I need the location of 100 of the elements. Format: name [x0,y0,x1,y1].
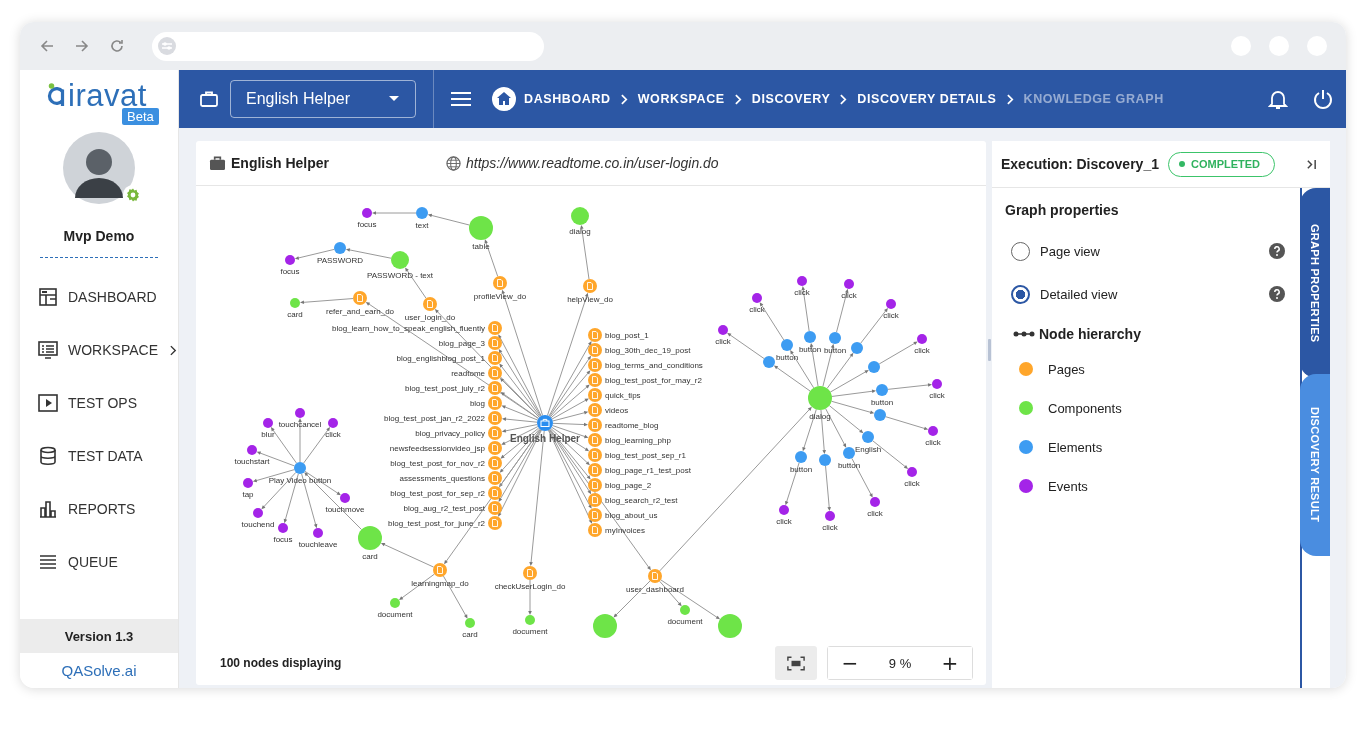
node-label: Play Video button [268,475,332,485]
node-label: click [914,345,930,355]
node-label: blog_page_r1_test_post [605,466,691,475]
node-label: click [794,287,810,297]
zoom-level: 9 % [887,655,913,671]
node-label: blog_search_r2_test [605,496,678,505]
execution-title: Execution: Discovery_1 [1001,156,1159,172]
beta-badge: Beta [122,108,159,125]
node-label: button [798,344,822,354]
node-label: focus [357,219,377,229]
node-label: focus [280,266,300,276]
side-tab[interactable]: GRAPH PROPERTIES [1300,188,1330,378]
node-label: click [929,390,945,400]
user-name: Mvp Demo [63,228,135,244]
breadcrumb-link[interactable]: DISCOVERY [751,92,831,106]
node-label: blog_test_post_jan_r2_2022 [384,414,485,423]
legend-title: Node hierarchy [1039,326,1141,342]
node-label: blur [261,429,275,439]
node-label: blog_englishblog_post_1 [396,354,485,363]
menu-item[interactable]: TEST OPS [20,390,178,416]
node-label: dialog [809,411,831,421]
node-label: PASSWORD [316,255,364,265]
node-label: touchmove [325,504,365,514]
node-label: button [823,345,847,355]
node-label: tap [242,489,254,499]
node-label: blog [469,399,485,408]
breadcrumb-link[interactable]: DASHBOARD [524,92,611,106]
legend-label: Pages [1048,361,1085,377]
node-label: touchleave [298,539,338,549]
node-label: card [362,551,378,561]
node-label: document [512,626,548,636]
node-label: click [822,522,838,532]
menu-item[interactable]: REPORTS [20,496,178,522]
node-label: quick_tips [605,391,641,400]
node-label: document [377,609,413,619]
node-label: blog_test_post_for_nov_r2 [390,459,485,468]
breadcrumb-link[interactable]: DISCOVERY DETAILS [857,92,997,106]
node-label: profileView_do [473,291,527,301]
legend-label: Components [1048,400,1122,416]
node-label: touchstart [234,456,270,466]
node-label: click [904,478,920,488]
node-label: click [776,516,792,526]
menu-item[interactable]: DASHBOARD [20,284,178,310]
node-label: blog_learn_how_to_speak_english_fluently [332,324,485,333]
node-label: button [837,460,861,470]
project-dropdown[interactable]: English Helper [230,80,416,118]
node-label: helpView_do [567,294,613,304]
node-label: blog_page_3 [438,339,485,348]
node-label: blog_post_1 [605,331,649,340]
node-count: 100 nodes displaying [220,656,342,670]
node-label: card [462,629,478,639]
node-label: blog_terms_and_conditions [605,361,703,370]
node-label: click [883,310,899,320]
page-url: https://www.readtome.co.in/user-login.do [466,155,719,171]
node-label: dialog [569,226,591,236]
option-label[interactable]: Detailed view [1040,286,1118,302]
legend-label: Elements [1048,439,1103,455]
node-label: touchcancel [278,419,322,429]
node-label: click [925,437,941,447]
option-label[interactable]: Page view [1040,243,1100,259]
node-label: click [715,336,731,346]
node-label: text [415,220,429,230]
menu-item[interactable]: QUEUE [20,549,178,575]
node-label: blog_test_post_sep_r1 [605,451,686,460]
node-label: button [789,464,813,474]
node-label: learningmap_do [411,578,469,588]
node-label: user_login_do [404,312,456,322]
node-label: blog_test_post_for_june_r2 [388,519,485,528]
node-label: click [325,429,341,439]
menu-item[interactable]: WORKSPACE [20,337,178,363]
node-label: click [867,508,883,518]
node-label: blog_aug_r2_test_post [403,504,485,513]
node-label: blog_30th_dec_19_post [605,346,691,355]
node-label: click [749,304,765,314]
node-label: blog_test_post_july_r2 [404,384,485,393]
node-label: document [667,616,703,626]
node-label: blog_page_2 [605,481,652,490]
version-label: Version 1.3 [20,619,178,653]
project-title: English Helper [231,155,331,171]
brand-link[interactable]: QASolve.ai [61,662,137,679]
section-title: Graph properties [1005,202,1120,218]
node-label: English Helper [510,433,580,444]
node-label: English [854,444,882,454]
legend-label: Events [1048,478,1088,494]
breadcrumb-link[interactable]: WORKSPACE [637,92,725,106]
node-label: blog_test_post_for_may_r2 [605,376,702,385]
node-label: videos [605,406,629,415]
node-label: PASSWORD - text [366,270,434,280]
node-label: blog_privacy_policy [415,429,485,438]
node-label: button [775,352,799,362]
node-label: table [472,241,490,251]
node-label: click [841,290,857,300]
node-label: refer_and_earn_do [325,306,395,316]
node-label: myInvoices [605,526,645,535]
node-label: readtome_blog [605,421,659,430]
logo-text: iravat [68,82,147,110]
node-label: button [870,397,894,407]
node-label: assessments_questions [399,474,485,483]
menu-item[interactable]: TEST DATA [20,443,178,469]
node-label: blog_about_us [605,511,658,520]
